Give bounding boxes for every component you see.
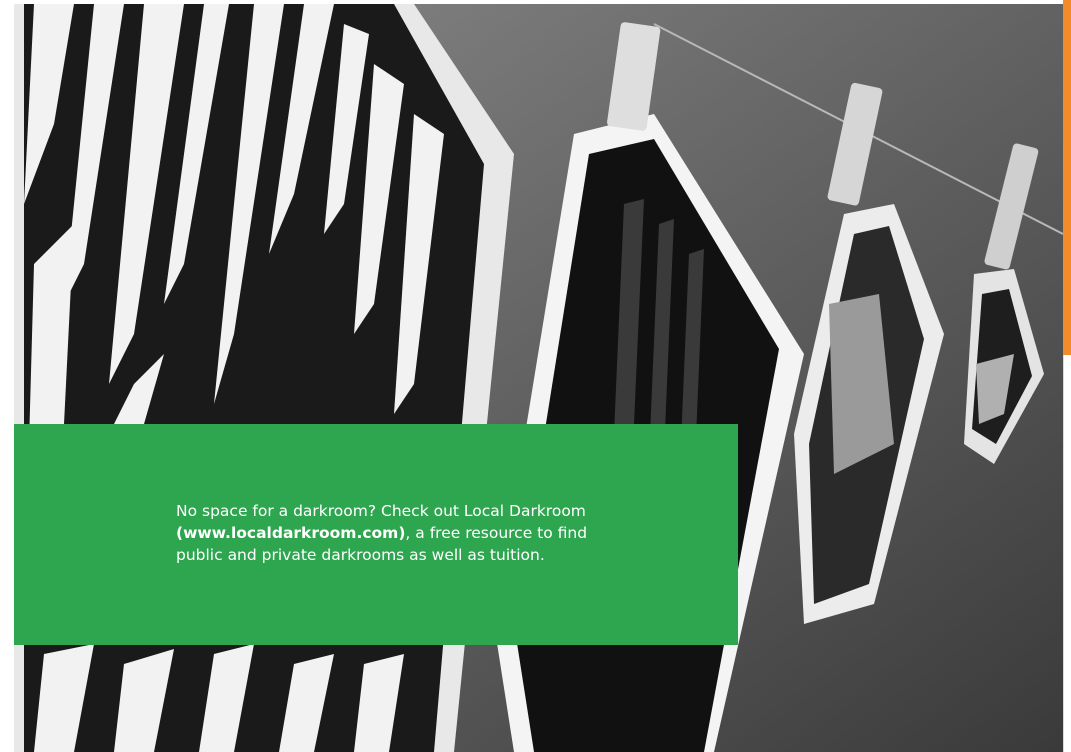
page-edge-rule: [1063, 355, 1064, 752]
callout-text: No space for a darkroom? Check out Local…: [176, 500, 636, 566]
accent-bar: [1063, 0, 1071, 355]
darkroom-link[interactable]: (www.localdarkroom.com): [176, 524, 405, 542]
callout-text-before: No space for a darkroom? Check out Local…: [176, 502, 586, 520]
